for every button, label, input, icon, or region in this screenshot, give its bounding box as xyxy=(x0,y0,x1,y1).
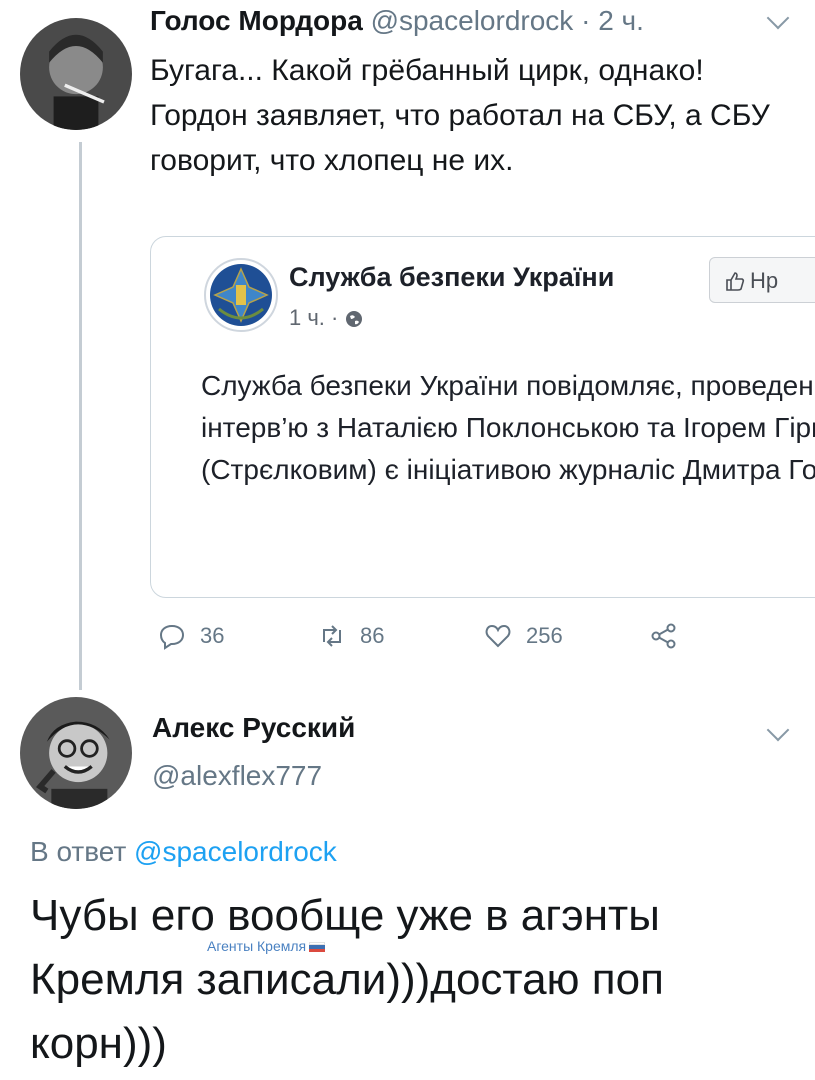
retweet-icon xyxy=(323,625,341,647)
avatar[interactable] xyxy=(20,697,132,809)
watermark-text: Агенты Кремля xyxy=(207,938,307,954)
tweet-text: Бугага... Какой грёбанный цирк, однако! … xyxy=(150,54,770,177)
globe-icon xyxy=(345,311,362,327)
reply-button[interactable]: 36 xyxy=(158,618,224,654)
header-separator: · xyxy=(581,5,591,36)
author-name[interactable]: Алекс Русский xyxy=(152,710,355,746)
sbu-emblem-icon xyxy=(203,257,279,333)
like-button[interactable]: 256 xyxy=(484,618,563,654)
like-page-label: Нр xyxy=(750,268,779,293)
reply-icon xyxy=(159,624,185,650)
chevron-down-icon[interactable] xyxy=(766,6,790,30)
author-handle[interactable]: @alexflex777 xyxy=(152,758,322,794)
watermark: Агенты Кремля xyxy=(207,938,326,954)
quoted-post-card[interactable]: Служба безпеки України 1 ч. · Нр Служба … xyxy=(150,236,815,598)
heart-icon xyxy=(485,624,511,648)
retweet-button[interactable]: 86 xyxy=(318,618,384,654)
tweet-timestamp[interactable]: 2 ч. xyxy=(598,5,644,36)
quoted-post-meta: 1 ч. · xyxy=(289,305,363,331)
tweet-header: Голос Мордора @spacelordrock · 2 ч. xyxy=(150,4,644,38)
reply-prefix: В ответ xyxy=(30,836,127,867)
russian-flag-icon xyxy=(309,942,326,952)
like-page-button[interactable]: Нр xyxy=(709,257,815,303)
avatar-photo-icon xyxy=(20,697,132,809)
meta-separator: · xyxy=(331,305,339,330)
quoted-post-time[interactable]: 1 ч. xyxy=(289,305,325,330)
reply-count: 36 xyxy=(200,623,225,648)
reply-to-handle-link[interactable]: @spacelordrock xyxy=(134,836,337,867)
avatar[interactable] xyxy=(20,18,132,130)
tweet-text: Чубы его вообще уже в агэнты Кремля запи… xyxy=(30,891,664,1068)
retweet-count: 86 xyxy=(360,623,385,648)
chevron-down-icon[interactable] xyxy=(766,718,790,742)
thumbs-up-icon xyxy=(726,272,745,291)
author-name[interactable]: Голос Мордора xyxy=(150,5,363,36)
reply-context: В ответ @spacelordrock xyxy=(30,834,337,870)
author-handle[interactable]: @spacelordrock xyxy=(371,5,574,36)
quoted-page-name[interactable]: Служба безпеки України xyxy=(289,261,614,293)
like-count: 256 xyxy=(526,623,563,648)
quoted-post-text: Служба безпеки України повідомляє, прове… xyxy=(201,370,815,485)
share-button[interactable] xyxy=(650,618,692,654)
share-icon xyxy=(651,623,676,649)
avatar-photo-icon xyxy=(20,18,132,130)
thread-connector-line xyxy=(79,142,82,690)
